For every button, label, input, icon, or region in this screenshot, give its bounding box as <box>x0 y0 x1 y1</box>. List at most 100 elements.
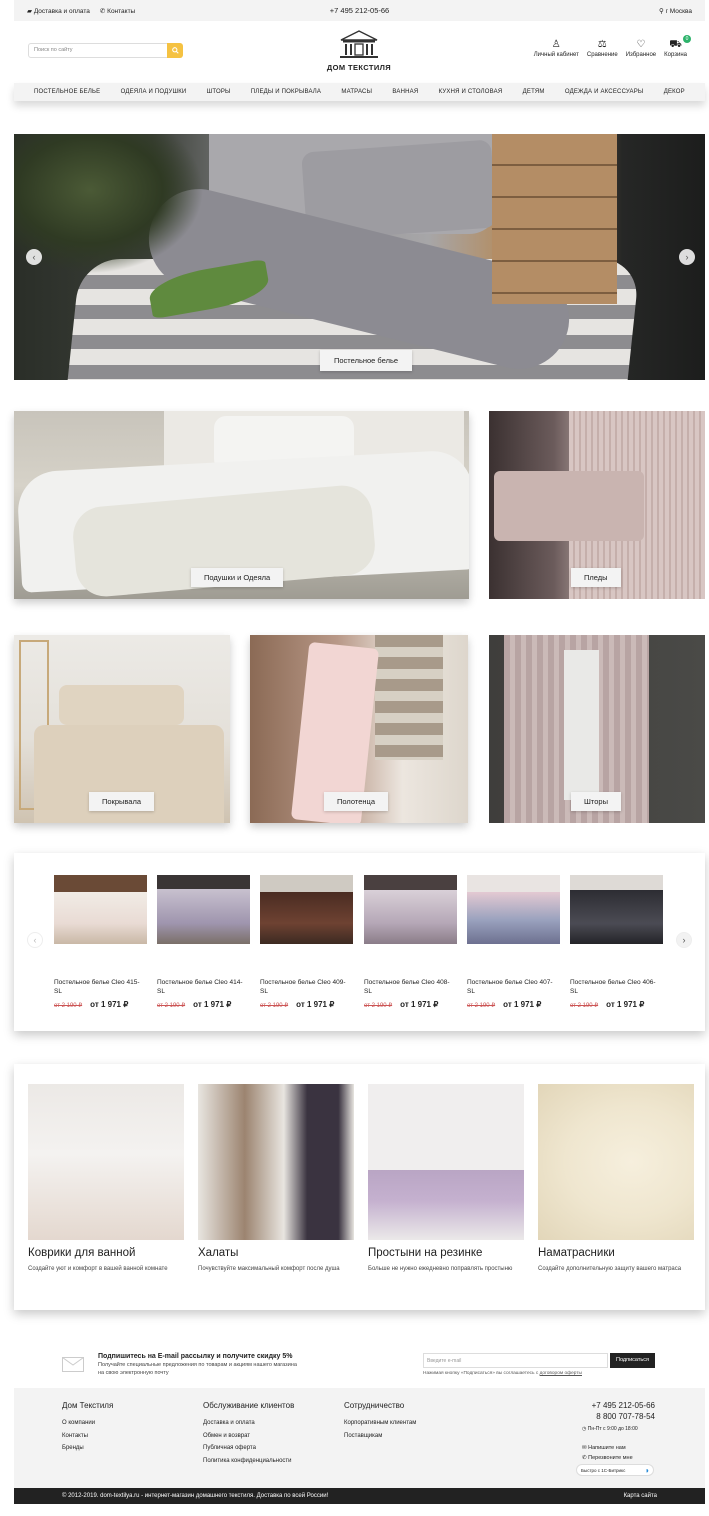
clock-icon: ◷ <box>582 1426 587 1432</box>
feature-card[interactable]: Коврики для ванной Создайте уют и комфор… <box>28 1084 184 1274</box>
feature-desc: Почувствуйте максимальный комфорт после … <box>198 1266 340 1272</box>
hero-banner[interactable]: ‹ › Постельное белье <box>14 134 705 380</box>
nav-item[interactable]: ПОСТЕЛЬНОЕ БЕЛЬЕ <box>34 89 100 95</box>
product-card[interactable]: Постельное белье Cleo 407-SL от 2 190 ₽ о… <box>467 875 560 1009</box>
nav-item[interactable]: ШТОРЫ <box>207 89 231 95</box>
feature-image[interactable] <box>368 1084 524 1240</box>
write-us-link[interactable]: ✉ Напишите нам <box>582 1445 626 1451</box>
feature-card[interactable]: Наматрасники Создайте дополнительную защ… <box>538 1084 694 1274</box>
callback-link[interactable]: ✆ Перезвоните мне <box>582 1455 633 1461</box>
footer-link[interactable]: Доставка и оплата <box>203 1420 294 1426</box>
nav-item[interactable]: ОДЕЯЛА И ПОДУШКИ <box>121 89 187 95</box>
product-image[interactable] <box>157 875 250 944</box>
footer-link[interactable]: Публичная оферта <box>203 1445 294 1451</box>
hero-prev-arrow[interactable]: ‹ <box>26 249 42 265</box>
towels-stack <box>375 635 443 760</box>
product-name[interactable]: Постельное белье Cleo 409-SL <box>260 979 353 996</box>
footer-link[interactable]: Политика конфиденциальности <box>203 1458 294 1464</box>
sitemap-link[interactable]: Карта сайта <box>624 1493 657 1499</box>
hero-label[interactable]: Постельное белье <box>320 350 413 371</box>
feature-title[interactable]: Простыни на резинке <box>368 1247 524 1259</box>
carousel-next-arrow[interactable]: › <box>676 932 692 948</box>
nav-item[interactable]: ОДЕЖДА И АКСЕССУАРЫ <box>565 89 644 95</box>
product-image[interactable] <box>260 875 353 944</box>
footer-phone-1[interactable]: +7 495 212-05-66 <box>592 1400 655 1411</box>
product-name[interactable]: Постельное белье Cleo 408-SL <box>364 979 457 996</box>
category-plaids-label[interactable]: Пледы <box>571 568 621 587</box>
product-image[interactable] <box>570 875 663 944</box>
category-plaids-tile[interactable]: Пледы <box>489 411 705 599</box>
product-name[interactable]: Постельное белье Cleo 414-SL <box>157 979 250 996</box>
feature-card[interactable]: Халаты Почувствуйте максимальный комфорт… <box>198 1084 354 1274</box>
product-card[interactable]: Постельное белье Cleo 414-SL от 2 190 ₽ о… <box>157 875 250 1009</box>
logo[interactable]: ДОМ ТЕКСТИЛЯ <box>323 29 395 72</box>
product-card[interactable]: Постельное белье Cleo 409-SL от 2 190 ₽ о… <box>260 875 353 1009</box>
nav-item[interactable]: КУХНЯ И СТОЛОВАЯ <box>439 89 503 95</box>
top-links: ▰ Доставка и оплата ✆ Контакты <box>27 7 135 15</box>
nav-item[interactable]: ДЕТЯМ <box>523 89 545 95</box>
feature-title[interactable]: Халаты <box>198 1247 354 1259</box>
mail-icon: ✉ <box>582 1445 587 1451</box>
footer-link[interactable]: Поставщикам <box>344 1433 416 1439</box>
account-button[interactable]: ♙ Личный кабинет <box>534 39 579 58</box>
cart-button[interactable]: ⛟ 0 Корзина <box>664 35 691 58</box>
favorites-label: Избранное <box>625 52 657 58</box>
category-pillows-label[interactable]: Подушки и Одеяла <box>191 568 284 587</box>
footer-col-company: Дом Текстиля О компании Контакты Бренды <box>62 1401 113 1458</box>
product-card[interactable]: Постельное белье Cleo 408-SL от 2 190 ₽ о… <box>364 875 457 1009</box>
category-bedspreads-label[interactable]: Покрывала <box>89 792 155 811</box>
city-selector[interactable]: ⚲ г Москва <box>659 7 692 15</box>
product-card[interactable]: Постельное белье Cleo 415-SL от 2 190 ₽ о… <box>54 875 147 1009</box>
product-name[interactable]: Постельное белье Cleo 407-SL <box>467 979 560 996</box>
subscribe-note: Нажимая кнопку «Подписаться» вы соглашае… <box>423 1371 582 1376</box>
compare-button[interactable]: ⚖ Сравнение <box>587 39 618 58</box>
truck-icon: ▰ <box>27 7 32 15</box>
nav-item[interactable]: МАТРАСЫ <box>341 89 372 95</box>
search-input[interactable]: Поиск по сайту <box>28 43 182 58</box>
feature-image[interactable] <box>198 1084 354 1240</box>
delivery-link[interactable]: ▰ Доставка и оплата <box>27 7 90 15</box>
category-curtains-label[interactable]: Шторы <box>571 792 621 811</box>
product-image[interactable] <box>364 875 457 944</box>
bitrix-badge[interactable]: Быстро с 1С-Битрикс ◑ <box>576 1464 654 1476</box>
product-card[interactable]: Постельное белье Cleo 406-SL от 2 190 ₽ о… <box>570 875 663 1009</box>
product-image[interactable] <box>54 875 147 944</box>
nav-item[interactable]: ВАННАЯ <box>392 89 418 95</box>
hero-next-arrow[interactable]: › <box>679 249 695 265</box>
carousel-prev-arrow[interactable]: ‹ <box>27 932 43 948</box>
category-curtains-tile[interactable]: Шторы <box>489 635 705 823</box>
email-input[interactable]: Введите e-mail <box>423 1353 608 1368</box>
footer-link[interactable]: Контакты <box>62 1433 113 1439</box>
feature-title[interactable]: Наматрасники <box>538 1247 694 1259</box>
footer-phone-2[interactable]: 8 800 707-78-54 <box>592 1411 655 1422</box>
product-old-price: от 2 190 ₽ <box>260 1003 289 1009</box>
footer-link[interactable]: Бренды <box>62 1445 113 1451</box>
footer-col-title: Дом Текстиля <box>62 1401 114 1410</box>
bitrix-label: Быстро с 1С-Битрикс <box>581 1467 626 1473</box>
product-name[interactable]: Постельное белье Cleo 415-SL <box>54 979 147 996</box>
product-price: от 1 971 ₽ <box>296 1000 335 1009</box>
footer-link[interactable]: О компании <box>62 1420 113 1426</box>
offer-link[interactable]: договором оферты <box>540 1371 582 1376</box>
nav-item[interactable]: ПЛЕДЫ И ПОКРЫВАЛА <box>251 89 321 95</box>
contacts-link[interactable]: ✆ Контакты <box>100 7 135 15</box>
category-pillows-tile[interactable]: Подушки и Одеяла <box>14 411 469 599</box>
product-image[interactable] <box>467 875 560 944</box>
nav-item[interactable]: ДЕКОР <box>664 89 685 95</box>
product-name[interactable]: Постельное белье Cleo 406-SL <box>570 979 663 996</box>
product-old-price: от 2 190 ₽ <box>157 1003 186 1009</box>
category-towels-tile[interactable]: Полотенца <box>250 635 468 823</box>
contacts-label: Контакты <box>107 7 136 15</box>
feature-card[interactable]: Простыни на резинке Больше не нужно ежед… <box>368 1084 524 1274</box>
category-towels-label[interactable]: Полотенца <box>324 792 388 811</box>
top-phone[interactable]: +7 495 212-05-66 <box>330 6 389 15</box>
search-button[interactable] <box>167 43 183 58</box>
subscribe-button[interactable]: Подписаться <box>610 1353 655 1368</box>
feature-image[interactable] <box>28 1084 184 1240</box>
footer-link[interactable]: Обмен и возврат <box>203 1433 294 1439</box>
favorites-button[interactable]: ♡ Избранное <box>626 39 656 58</box>
feature-title[interactable]: Коврики для ванной <box>28 1247 184 1259</box>
category-bedspreads-tile[interactable]: Покрывала <box>14 635 230 823</box>
feature-image[interactable] <box>538 1084 694 1240</box>
footer-link[interactable]: Корпоративным клиентам <box>344 1420 416 1426</box>
